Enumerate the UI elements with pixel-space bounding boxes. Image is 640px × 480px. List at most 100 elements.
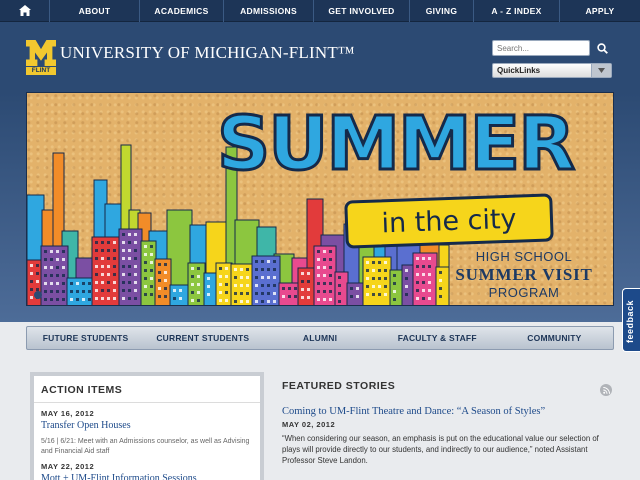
- skyline-window: [50, 282, 53, 285]
- skyline-window: [234, 276, 237, 279]
- hero-banner[interactable]: SUMMER in the city HIGH SCHOOL SUMMER VI…: [26, 92, 614, 306]
- action-item-link[interactable]: Transfer Open Houses: [34, 418, 260, 431]
- nav-alumni[interactable]: ALUMNI: [261, 327, 378, 349]
- quicklinks-label: QuickLinks: [497, 66, 541, 75]
- skyline-window: [307, 272, 310, 275]
- skyline-window: [128, 273, 131, 276]
- skyline-window: [307, 288, 310, 291]
- skyline-window: [44, 290, 47, 293]
- skyline-window: [338, 300, 341, 303]
- search-input[interactable]: [492, 40, 590, 56]
- skyline-window: [416, 281, 419, 284]
- nav-a-z-index[interactable]: A - Z INDEX: [474, 0, 560, 22]
- skyline-window: [144, 253, 147, 256]
- skyline-window: [113, 297, 116, 300]
- action-item-link[interactable]: Mott + UM-Flint Information Sessions: [34, 471, 260, 480]
- skyline-window: [134, 265, 137, 268]
- skyline-window: [107, 257, 110, 260]
- rss-button[interactable]: [600, 384, 612, 396]
- quicklinks-arrow[interactable]: [591, 64, 611, 77]
- nav-about[interactable]: ABOUT: [50, 0, 140, 22]
- home-button[interactable]: [0, 0, 50, 22]
- skyline-window: [150, 277, 153, 280]
- search-button[interactable]: [594, 40, 610, 56]
- skyline-window: [56, 274, 59, 277]
- skyline-window: [393, 290, 396, 293]
- skyline-window: [261, 268, 264, 271]
- nav-community[interactable]: COMMUNITY: [496, 327, 613, 349]
- skyline-window: [36, 280, 39, 283]
- skyline-window: [267, 268, 270, 271]
- skyline-window: [255, 268, 258, 271]
- skyline-window: [329, 274, 332, 277]
- skyline-window: [122, 289, 125, 292]
- skyline-window: [30, 272, 33, 275]
- story-title-link[interactable]: Coming to UM-Flint Theatre and Dance: “A…: [282, 406, 616, 417]
- skyline-window: [150, 269, 153, 272]
- skyline-window: [107, 281, 110, 284]
- skyline-window: [323, 290, 326, 293]
- university-logo[interactable]: FLINT UNIVERSITY OF MICHIGAN-FLINT™: [26, 40, 355, 75]
- skyline-window: [62, 290, 65, 293]
- skyline-window: [144, 261, 147, 264]
- nav-future-students[interactable]: FUTURE STUDENTS: [27, 327, 144, 349]
- skyline-window: [372, 285, 375, 288]
- nav-apply[interactable]: APPLY: [560, 0, 640, 22]
- skyline-window: [56, 250, 59, 253]
- skyline-window: [261, 292, 264, 295]
- skyline-window: [50, 298, 53, 301]
- nav-academics[interactable]: ACADEMICS: [140, 0, 224, 22]
- skyline-window: [255, 300, 258, 303]
- skyline-building: [389, 269, 404, 305]
- skyline-window: [113, 273, 116, 276]
- feedback-tab[interactable]: feedback: [622, 288, 640, 352]
- skyline-window: [317, 282, 320, 285]
- skyline-window: [366, 261, 369, 264]
- skyline-window: [107, 273, 110, 276]
- skyline-window: [62, 282, 65, 285]
- skyline-window: [323, 250, 326, 253]
- skyline-window: [173, 297, 176, 300]
- skyline-window: [267, 276, 270, 279]
- skyline-window: [323, 258, 326, 261]
- skyline-window: [158, 279, 161, 282]
- site-title: UNIVERSITY OF MICHIGAN-FLINT™: [60, 43, 355, 62]
- block-m-logo: FLINT: [26, 40, 56, 75]
- slideshow-dot[interactable]: [34, 291, 42, 299]
- skyline-window: [122, 265, 125, 268]
- nav-faculty-staff[interactable]: FACULTY & STAFF: [379, 327, 496, 349]
- nav-admissions[interactable]: ADMISSIONS: [224, 0, 314, 22]
- action-items-panel: ACTION ITEMS MAY 16, 2012 Transfer Open …: [30, 372, 264, 480]
- skyline-window: [113, 265, 116, 268]
- skyline-window: [366, 277, 369, 280]
- quicklinks-select[interactable]: QuickLinks: [492, 63, 612, 78]
- skyline-window: [378, 293, 381, 296]
- skyline-window: [416, 289, 419, 292]
- skyline-window: [246, 268, 249, 271]
- chevron-down-icon: [598, 68, 605, 73]
- site-header: FLINT UNIVERSITY OF MICHIGAN-FLINT™ Quic…: [0, 22, 640, 92]
- skyline-window: [384, 277, 387, 280]
- nav-giving[interactable]: GIVING: [410, 0, 474, 22]
- skyline-window: [44, 266, 47, 269]
- featured-stories: FEATURED STORIES Coming to UM-Flint Thea…: [282, 380, 616, 466]
- skyline-window: [428, 273, 431, 276]
- skyline-window: [122, 297, 125, 300]
- skyline-window: [150, 285, 153, 288]
- skyline-window: [294, 287, 297, 290]
- skyline-window: [44, 282, 47, 285]
- skyline-window: [428, 265, 431, 268]
- skyline-window: [30, 280, 33, 283]
- skyline-window: [122, 233, 125, 236]
- skyline-window: [197, 299, 200, 302]
- skyline-window: [428, 257, 431, 260]
- skyline-building: [154, 258, 172, 305]
- skyline-window: [246, 292, 249, 295]
- skyline-window: [366, 293, 369, 296]
- skyline-window: [44, 298, 47, 301]
- skyline-window: [422, 297, 425, 300]
- skyline-window: [128, 281, 131, 284]
- nav-current-students[interactable]: CURRENT STUDENTS: [144, 327, 261, 349]
- skyline-window: [191, 291, 194, 294]
- nav-get-involved[interactable]: GET INVOLVED: [314, 0, 410, 22]
